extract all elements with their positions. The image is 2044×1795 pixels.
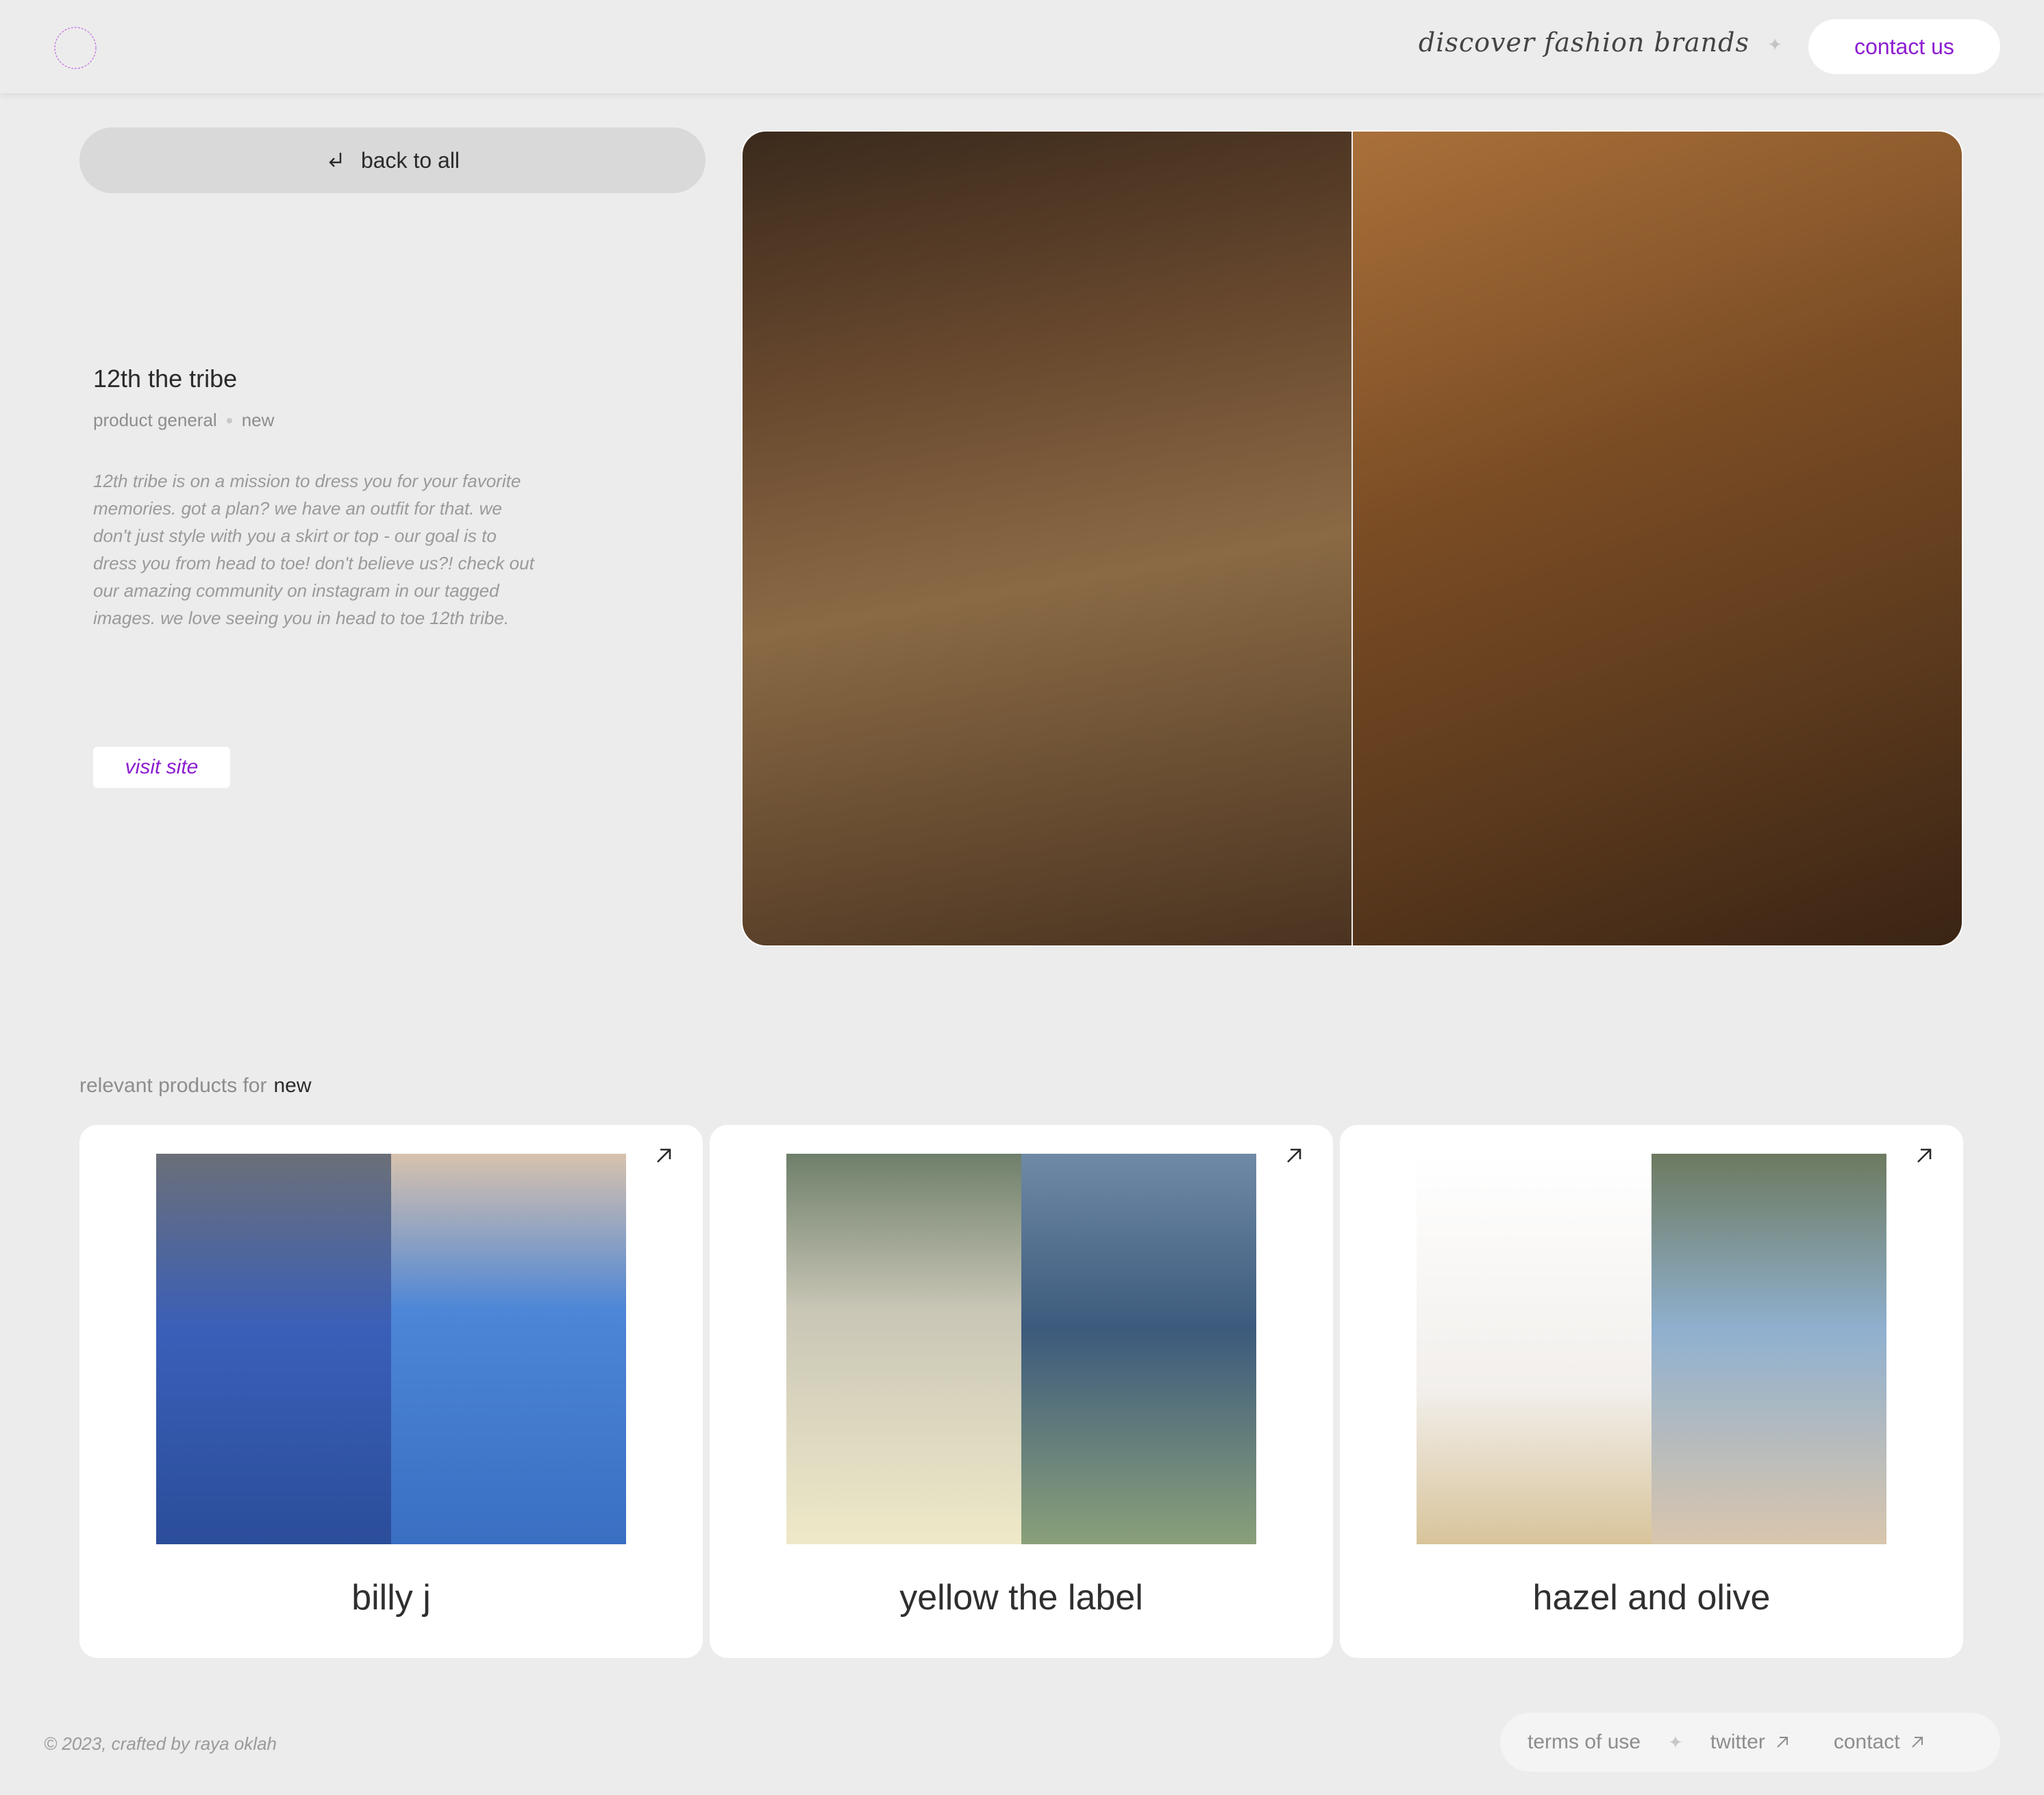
relevant-category: new <box>273 1074 312 1097</box>
twitter-link[interactable]: twitter <box>1710 1731 1790 1754</box>
relevant-prefix: relevant products for <box>79 1074 267 1097</box>
product-card-name: hazel and olive <box>1532 1578 1771 1618</box>
contact-us-button[interactable]: contact us <box>1808 19 2000 74</box>
meta-separator-dot <box>226 417 232 423</box>
footer-links: terms of use ✦ twitter contact <box>1500 1713 2000 1772</box>
back-to-all-button[interactable]: back to all <box>79 127 706 193</box>
site-header: discover fashion brands ✦ contact us <box>0 0 2044 93</box>
arrow-up-right-icon[interactable] <box>1284 1146 1304 1166</box>
product-card[interactable]: billy j <box>79 1125 703 1658</box>
product-images <box>156 1154 626 1544</box>
product-photo <box>156 1154 391 1544</box>
product-images <box>1417 1154 1886 1544</box>
copyright-text: © 2023, crafted by raya oklah <box>44 1733 277 1754</box>
hero-photo-1 <box>743 132 1351 945</box>
brand-tag: new <box>241 410 275 430</box>
brand-title: 12th the tribe <box>93 364 238 393</box>
back-button-label: back to all <box>360 147 460 173</box>
return-arrow-icon <box>329 153 342 167</box>
discover-brands-link[interactable]: discover fashion brands <box>1419 27 1749 58</box>
brand-meta: product general new <box>93 410 274 431</box>
brand-description: 12th tribe is on a mission to dress you … <box>93 471 534 628</box>
product-photo <box>1021 1154 1256 1544</box>
product-photo <box>1652 1154 1886 1544</box>
product-photo <box>786 1154 1021 1544</box>
terms-of-use-link[interactable]: terms of use <box>1528 1731 1641 1754</box>
product-card-name: yellow the label <box>899 1578 1143 1618</box>
arrow-up-right-icon[interactable] <box>653 1146 674 1166</box>
visit-site-button[interactable]: visit site <box>93 747 230 788</box>
relevant-heading: relevant products for new <box>79 1074 312 1098</box>
product-card[interactable]: hazel and olive <box>1340 1125 1963 1658</box>
arrow-up-right-icon <box>1911 1737 1923 1748</box>
logo-icon[interactable] <box>49 22 101 74</box>
arrow-up-right-icon[interactable] <box>1914 1146 1934 1166</box>
twitter-label: twitter <box>1710 1731 1765 1753</box>
arrow-up-right-icon <box>1777 1737 1788 1748</box>
nav-separator-icon: ✦ <box>1767 34 1782 55</box>
footer-separator-icon: ✦ <box>1668 1731 1683 1753</box>
product-images <box>786 1154 1256 1544</box>
product-photo <box>391 1154 626 1544</box>
product-card[interactable]: yellow the label <box>710 1125 1333 1658</box>
product-photo <box>1417 1154 1652 1544</box>
terms-label: terms of use <box>1528 1731 1641 1753</box>
product-card-name: billy j <box>351 1578 431 1618</box>
hero-gallery <box>741 130 1963 947</box>
contact-label: contact <box>1833 1731 1900 1753</box>
brand-category: product general <box>93 410 217 430</box>
contact-link[interactable]: contact <box>1834 1731 1925 1754</box>
hero-photo-2 <box>1351 132 1962 945</box>
